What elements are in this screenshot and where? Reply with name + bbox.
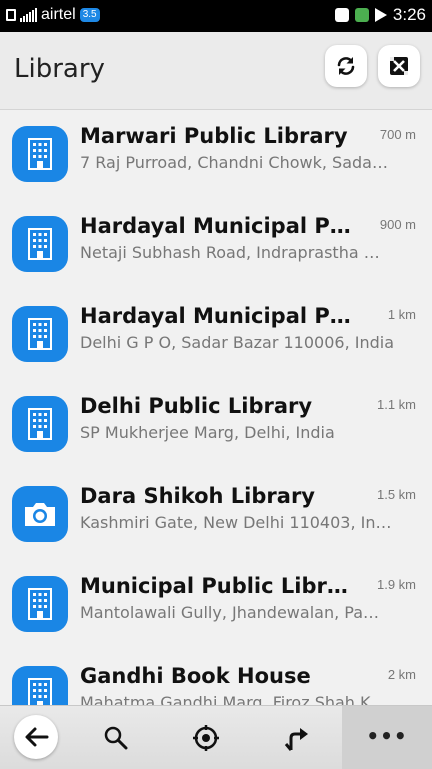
item-distance: 1.5 km [376, 487, 416, 502]
back-button[interactable] [14, 715, 58, 759]
item-name: Delhi Public Library [80, 394, 313, 418]
list-item[interactable]: Delhi Public Library SP Mukherjee Marg, … [0, 380, 432, 470]
building-icon [12, 666, 68, 705]
silent-icon [334, 8, 349, 22]
building-icon [12, 216, 68, 272]
item-name: Gandhi Book House [80, 664, 311, 688]
building-icon [12, 576, 68, 632]
item-distance: 900 m [379, 217, 416, 232]
navigate-button[interactable] [272, 714, 320, 762]
more-icon: ••• [366, 724, 408, 748]
status-bar: airtel 3.5 3:26 [0, 0, 432, 32]
item-name: Municipal Public Library [80, 574, 360, 598]
item-address: Delhi G P O, Sadar Bazar 110006, India [80, 333, 395, 352]
network-badge: 3.5 [79, 8, 100, 22]
bottom-toolbar: ••• [0, 705, 432, 769]
list-item[interactable]: Municipal Public Library Mantolawali Gul… [0, 560, 432, 650]
item-distance: 2 km [387, 667, 416, 682]
building-icon [12, 396, 68, 452]
page-title: Library [14, 54, 105, 84]
item-name: Dara Shikoh Library [80, 484, 315, 508]
refresh-button[interactable] [325, 45, 367, 87]
usb-icon [6, 9, 16, 21]
item-distance: 700 m [379, 127, 416, 142]
item-name: Marwari Public Library [80, 124, 348, 148]
refresh-icon [337, 57, 355, 75]
locate-button[interactable] [182, 714, 230, 762]
close-map-button[interactable] [378, 45, 420, 87]
signal-icon [20, 8, 37, 22]
building-icon [12, 126, 68, 182]
list-item[interactable]: Marwari Public Library 7 Raj Purroad, Ch… [0, 110, 432, 200]
item-distance: 1.9 km [376, 577, 416, 592]
item-distance: 1.1 km [376, 397, 416, 412]
results-list[interactable]: Marwari Public Library 7 Raj Purroad, Ch… [0, 110, 432, 705]
item-address: Mahatma Gandhi Marg, Firoz Shah K… [80, 693, 387, 705]
item-name: Hardayal Municipal Publi… [80, 304, 360, 328]
camera-icon [12, 486, 68, 542]
battery-icon [354, 8, 369, 22]
item-address: Netaji Subhash Road, Indraprastha … [80, 243, 380, 262]
header-bar: Library [0, 32, 432, 110]
navigate-icon [284, 728, 308, 751]
item-address: SP Mukherjee Marg, Delhi, India [80, 423, 335, 442]
list-item[interactable]: Hardayal Municipal Publi… Delhi G P O, S… [0, 290, 432, 380]
locate-icon [193, 725, 219, 751]
close-map-icon [390, 57, 408, 75]
back-arrow-icon [25, 727, 49, 747]
notification-icon [374, 8, 387, 22]
clock: 3:26 [392, 5, 426, 24]
list-item[interactable]: Hardayal Municipal Pub… Netaji Subhash R… [0, 200, 432, 290]
building-icon [12, 306, 68, 362]
more-button[interactable]: ••• [342, 706, 432, 769]
list-item[interactable]: Gandhi Book House Mahatma Gandhi Marg, F… [0, 650, 432, 705]
item-address: Kashmiri Gate, New Delhi 110403, In… [80, 513, 392, 532]
item-address: 7 Raj Purroad, Chandni Chowk, Sada… [80, 153, 388, 172]
search-icon [104, 726, 128, 750]
search-button[interactable] [92, 714, 140, 762]
item-name: Hardayal Municipal Pub… [80, 214, 360, 238]
list-item[interactable]: Dara Shikoh Library Kashmiri Gate, New D… [0, 470, 432, 560]
carrier-name: airtel [41, 6, 76, 23]
item-address: Mantolawali Gully, Jhandewalan, Pa… [80, 603, 379, 622]
item-distance: 1 km [387, 307, 416, 322]
